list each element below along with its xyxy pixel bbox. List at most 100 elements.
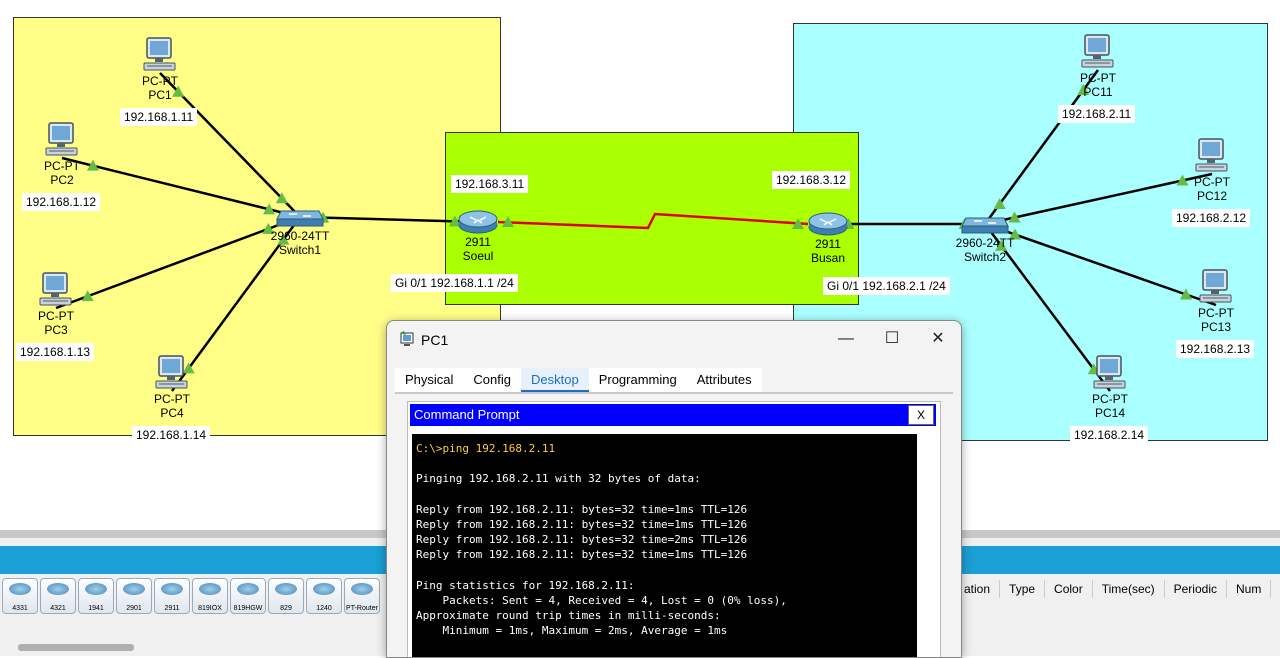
palette-device-829[interactable]: 829: [268, 578, 304, 614]
pdu-column-header[interactable]: Periodic: [1165, 580, 1227, 598]
divider: [395, 392, 953, 394]
pdu-column-header[interactable]: Time(sec): [1093, 580, 1165, 598]
device-name-label: PC11: [1083, 85, 1113, 99]
device-name-label: Busan: [810, 251, 846, 265]
pdu-column-header[interactable]: Type: [1000, 580, 1046, 598]
close-button[interactable]: ✕: [915, 321, 961, 357]
ip-label: 192.168.1.12: [22, 193, 101, 211]
ip-label: 192.168.2.14: [1070, 426, 1149, 444]
palette-device-2911[interactable]: 2911: [154, 578, 190, 614]
palette-device-label: 4321: [50, 605, 66, 612]
router-icon: [161, 583, 183, 595]
pc-icon: [147, 354, 197, 392]
pdu-column-header[interactable]: Num: [1227, 580, 1272, 598]
device-pc11[interactable]: PC-PT PC11: [1073, 33, 1123, 99]
device-type-label: 2960-24TT: [955, 236, 1015, 250]
palette-device-819iox[interactable]: 819IOX: [192, 578, 228, 614]
palette-device-label: 4331: [12, 605, 28, 612]
ip-label: 192.168.1.13: [16, 343, 95, 361]
device-type-label: PC-PT: [154, 392, 190, 406]
ip-label: 192.168.2.12: [1172, 209, 1251, 227]
terminal-output[interactable]: C:\>ping 192.168.2.11 Pinging 192.168.2.…: [412, 434, 917, 657]
pdu-column-header[interactable]: Color: [1045, 580, 1093, 598]
device-palette: 4331 4321 1941 2901 2911 819IOX 819HGW 829 1240 P…: [2, 578, 380, 618]
palette-device-4321[interactable]: 4321: [40, 578, 76, 614]
switch-icon: [950, 212, 1020, 236]
device-type-label: 2911: [465, 235, 491, 249]
maximize-icon: ☐: [884, 330, 900, 347]
device-pc1[interactable]: PC-PT PC1: [135, 36, 185, 102]
tab-bar: Physical Config Desktop Programming Attribut…: [395, 368, 762, 392]
router-icon: [313, 583, 335, 595]
device-type-label: PC-PT: [1198, 306, 1234, 320]
router-icon: [237, 583, 259, 595]
device-name-label: Switch2: [963, 250, 1007, 264]
pdu-list-header: ationTypeColorTime(sec)PeriodicNumEdit: [955, 580, 1280, 598]
note-label: 192.168.3.12: [772, 171, 851, 189]
terminal-line: Reply from 192.168.2.11: bytes=32 time=1…: [416, 548, 748, 562]
device-pc3[interactable]: PC-PT PC3: [31, 271, 81, 337]
router-icon: [123, 583, 145, 595]
device-name-label: PC13: [1200, 320, 1232, 334]
device-switch2[interactable]: 2960-24TT Switch2: [950, 212, 1020, 264]
terminal-line: Minimum = 1ms, Maximum = 2ms, Average = …: [416, 624, 728, 638]
minimize-button[interactable]: —: [823, 321, 869, 357]
palette-device-2901[interactable]: 2901: [116, 578, 152, 614]
switch-icon: [265, 205, 335, 229]
terminal-line: Packets: Sent = 4, Received = 4, Lost = …: [416, 594, 787, 608]
router-icon: [351, 583, 373, 595]
device-name-label: PC2: [50, 173, 74, 187]
device-name-label: Switch1: [278, 243, 322, 257]
palette-device-label: 819HGW: [233, 605, 263, 612]
device-pc14[interactable]: PC-PT PC14: [1085, 354, 1135, 420]
command-prompt-close-button[interactable]: X: [908, 405, 934, 425]
pdu-column-header[interactable]: Edit: [1271, 580, 1280, 598]
note-label: Gi 0/1 192.168.1.1 /24: [391, 274, 518, 292]
tab-desktop[interactable]: Desktop: [521, 368, 589, 392]
device-soeul[interactable]: 2911 Soeul: [448, 209, 508, 263]
pc1-window: PC1 — ☐ ✕ Physical Config Desktop Programmi…: [386, 320, 962, 658]
router-icon: [47, 583, 69, 595]
palette-device-4331[interactable]: 4331: [2, 578, 38, 614]
device-pc2[interactable]: PC-PT PC2: [37, 121, 87, 187]
pc-icon: [1187, 137, 1237, 175]
horizontal-scrollbar[interactable]: [18, 644, 134, 651]
device-pc4[interactable]: PC-PT PC4: [147, 354, 197, 420]
device-type-label: PC-PT: [1092, 392, 1128, 406]
device-type-label: PC-PT: [1194, 175, 1230, 189]
device-name-label: PC3: [44, 323, 68, 337]
minimize-icon: —: [838, 330, 854, 347]
device-type-label: PC-PT: [1080, 71, 1116, 85]
device-busan[interactable]: 2911 Busan: [798, 211, 858, 265]
device-switch1[interactable]: 2960-24TT Switch1: [265, 205, 335, 257]
device-pc13[interactable]: PC-PT PC13: [1191, 268, 1241, 334]
router-icon: [85, 583, 107, 595]
device-name-label: Soeul: [462, 249, 494, 263]
command-prompt-title: Command Prompt: [414, 407, 520, 422]
terminal-line: Reply from 192.168.2.11: bytes=32 time=2…: [416, 533, 748, 547]
ip-label: 192.168.1.11: [120, 108, 198, 126]
terminal-line: Approximate round trip times in milli-se…: [416, 609, 721, 623]
device-pc12[interactable]: PC-PT PC12: [1187, 137, 1237, 203]
palette-device-pt-router[interactable]: PT-Router: [344, 578, 380, 614]
palette-device-1240[interactable]: 1240: [306, 578, 342, 614]
packet-tracer-icon: [399, 331, 417, 354]
palette-device-label: 1941: [88, 605, 104, 612]
tab-programming[interactable]: Programming: [589, 368, 687, 392]
router-icon: [448, 209, 508, 235]
tab-attributes[interactable]: Attributes: [687, 368, 762, 392]
palette-device-label: 829: [280, 605, 292, 612]
close-icon: ✕: [931, 330, 945, 347]
device-type-label: PC-PT: [44, 159, 80, 173]
palette-device-819hgw[interactable]: 819HGW: [230, 578, 266, 614]
title-bar[interactable]: PC1 — ☐ ✕: [387, 321, 961, 361]
tab-physical[interactable]: Physical: [395, 368, 463, 392]
palette-device-1941[interactable]: 1941: [78, 578, 114, 614]
maximize-button[interactable]: ☐: [869, 321, 915, 357]
terminal-line: Pinging 192.168.2.11 with 32 bytes of da…: [416, 472, 701, 486]
tab-config[interactable]: Config: [463, 368, 521, 392]
palette-device-label: 819IOX: [198, 605, 222, 612]
